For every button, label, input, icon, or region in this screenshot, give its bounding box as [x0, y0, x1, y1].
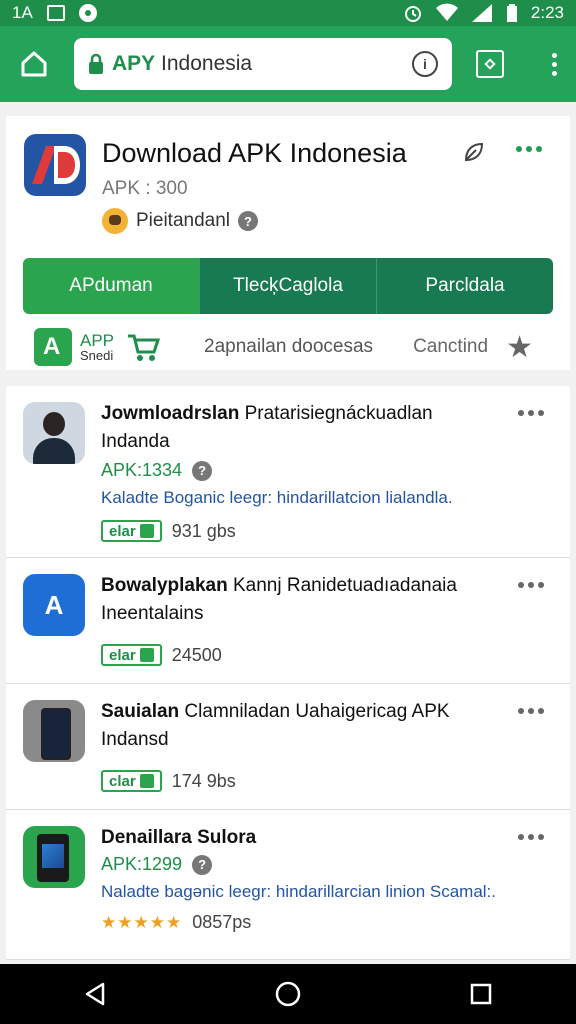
page-content: Download APK Indonesia APK : 300 Pieitan…: [0, 102, 576, 964]
item-meta: clar 174 9bs: [101, 770, 236, 792]
tabs-button[interactable]: [476, 50, 504, 78]
item-more-button[interactable]: [518, 708, 544, 714]
wifi-icon: [435, 3, 458, 21]
status-left-text: 1A: [12, 3, 33, 22]
status-bar: 1A 2:23: [0, 0, 576, 26]
download-pill[interactable]: elar: [101, 644, 162, 666]
app-store-label: APP Snedi: [80, 332, 114, 362]
url-text: APY Indonesia: [112, 52, 252, 76]
app-label: APP: [80, 331, 115, 350]
item-description: Naladte bagənic leegr: hindarillarcian l…: [101, 882, 497, 901]
url-bar[interactable]: APY Indonesia i: [74, 38, 452, 90]
browser-toolbar: APY Indonesia i: [0, 26, 576, 102]
item-meta: ★★★★★ 0857ps: [101, 912, 251, 933]
recents-icon[interactable]: [469, 982, 493, 1006]
info-icon[interactable]: i: [412, 51, 438, 77]
page-subtitle: APK : 300: [102, 178, 188, 199]
url-rest: Indonesia: [161, 52, 253, 75]
tab-bar: APduman TlecķCaglola Parcldala: [23, 258, 553, 314]
item-meta: elar 931 ɡbs: [101, 520, 236, 542]
item-more-button[interactable]: [518, 582, 544, 588]
circle-notification-icon: [78, 4, 97, 22]
item-title: Denaillara Sulora: [101, 827, 257, 848]
app-sublabel: Snedi: [80, 348, 114, 363]
home-nav-icon[interactable]: [274, 980, 302, 1008]
image-notification-icon: [46, 5, 65, 21]
sub-toolbar: APP Snedi 2apnailan doocesas Canctind ★: [6, 324, 570, 370]
app-logo: [24, 134, 86, 196]
item-more-button[interactable]: [518, 834, 544, 840]
app-thumbnail: [23, 402, 85, 464]
list-item[interactable]: A Bowalyplakan Kannj Ranidetuadıadanaia …: [6, 558, 570, 684]
app-thumbnail: A: [23, 574, 85, 636]
app-list: Jowmloadrslan Pratarisiegnáckuadlan Inda…: [6, 386, 570, 960]
item-size: 0857ps: [192, 912, 252, 932]
system-nav-bar: [0, 964, 576, 1024]
developer-avatar: [102, 208, 128, 234]
download-pill[interactable]: clar: [101, 770, 162, 792]
header-more-button[interactable]: [516, 146, 542, 152]
help-badge[interactable]: ?: [238, 211, 259, 231]
list-item[interactable]: Jowmloadrslan Pratarisiegnáckuadlan Inda…: [6, 386, 570, 558]
item-description: Kaladte Boganic leegr: hindarillatcion l…: [101, 488, 453, 507]
item-size: 24500: [171, 644, 222, 665]
leaf-icon[interactable]: [462, 140, 486, 164]
app-thumbnail: [23, 700, 85, 762]
signal-icon: [471, 4, 492, 22]
item-size: 174 9bs: [171, 770, 236, 791]
lock-icon: [89, 53, 103, 74]
developer-row: Pieitandanl ?: [102, 208, 259, 234]
list-item[interactable]: Sauialan Clamniladan Uahaigericag APK In…: [6, 684, 570, 810]
alarm-icon: [404, 6, 421, 22]
cart-icon[interactable]: [126, 332, 161, 362]
sub-text-1[interactable]: 2apnailan doocesas: [204, 336, 373, 358]
item-title: Jowmloadrslan Pratarisiegnáckuadlan Inda…: [101, 403, 433, 452]
list-item[interactable]: Denaillara Sulora APK:1299? Naladte bagə…: [6, 810, 570, 960]
item-size: 931 ɡbs: [171, 520, 236, 541]
tab-tleckcaglola[interactable]: TlecķCaglola: [199, 258, 376, 314]
more-vert-icon[interactable]: [544, 52, 564, 76]
item-title: Sauialan Clamniladan Uahaigericag APK In…: [101, 701, 450, 750]
tabs-icon: [484, 58, 496, 70]
item-apk: APK:1299?: [101, 854, 213, 875]
tab-parcldala[interactable]: Parcldala: [376, 258, 553, 314]
item-meta: elar 24500: [101, 644, 222, 666]
back-icon[interactable]: [83, 981, 107, 1007]
help-badge: ?: [192, 460, 213, 481]
developer-name[interactable]: Pieitandanl: [136, 210, 230, 232]
item-title: Bowalyplakan Kannj Ranidetuadıadanaia In…: [101, 575, 457, 624]
item-apk: APK:1334?: [101, 460, 213, 481]
status-time: 2:23: [530, 3, 564, 22]
page-title: Download APK Indonesia: [102, 138, 407, 168]
url-brand: APY: [112, 52, 156, 75]
download-pill[interactable]: elar: [101, 520, 162, 542]
home-button[interactable]: [12, 42, 56, 86]
app-store-logo[interactable]: [34, 328, 72, 366]
home-icon: [21, 51, 47, 77]
star-icon[interactable]: ★: [506, 330, 533, 365]
tab-apduman[interactable]: APduman: [23, 258, 199, 314]
item-more-button[interactable]: [518, 410, 544, 416]
rating-stars: ★★★★★: [101, 912, 183, 932]
battery-icon: [506, 4, 517, 22]
sub-text-2[interactable]: Canctind: [413, 336, 488, 358]
help-badge: ?: [192, 854, 213, 875]
app-thumbnail: [23, 826, 85, 888]
